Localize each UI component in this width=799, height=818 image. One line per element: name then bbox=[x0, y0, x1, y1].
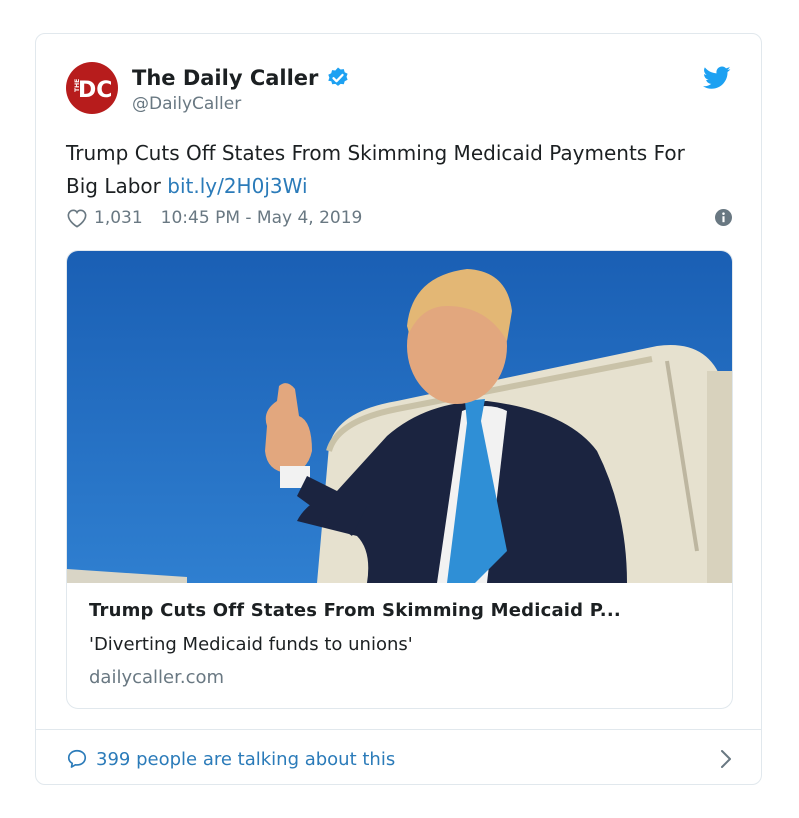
speech-bubble-icon bbox=[67, 749, 87, 768]
card-domain[interactable]: dailycaller.com bbox=[89, 667, 224, 688]
account-name-text[interactable]: The Daily Caller bbox=[132, 66, 318, 90]
conversation-link[interactable]: 399 people are talking about this bbox=[66, 744, 732, 774]
tweet-link[interactable]: bit.ly/2H0j3Wi bbox=[167, 174, 307, 198]
conversation-text[interactable]: 399 people are talking about this bbox=[96, 749, 395, 770]
embedded-tweet-card: THE DC The Daily Caller @DailyCaller Tru… bbox=[35, 33, 762, 785]
divider bbox=[36, 729, 761, 730]
article-photo[interactable] bbox=[67, 251, 732, 583]
account-name[interactable]: The Daily Caller bbox=[132, 66, 350, 90]
verified-icon bbox=[328, 67, 349, 86]
card-title[interactable]: Trump Cuts Off States From Skimming Medi… bbox=[89, 600, 714, 621]
tweet-timestamp[interactable]: 10:45 PM - May 4, 2019 bbox=[161, 208, 363, 228]
tweet-text: Trump Cuts Off States From Skimming Medi… bbox=[66, 137, 706, 203]
card-description: 'Diverting Medicaid funds to unions' bbox=[89, 634, 413, 655]
like-count[interactable]: 1,031 bbox=[94, 208, 143, 228]
account-handle[interactable]: @DailyCaller bbox=[132, 94, 241, 114]
info-icon[interactable] bbox=[715, 209, 732, 226]
tweet-body: Trump Cuts Off States From Skimming Medi… bbox=[66, 141, 685, 198]
link-preview-card[interactable]: Trump Cuts Off States From Skimming Medi… bbox=[66, 250, 733, 709]
twitter-bird-icon[interactable] bbox=[703, 66, 731, 90]
avatar[interactable]: THE DC bbox=[66, 62, 118, 114]
chevron-right-icon[interactable] bbox=[720, 749, 732, 769]
tweet-meta: 1,031 10:45 PM - May 4, 2019 bbox=[66, 206, 732, 230]
logo-text: DC bbox=[78, 78, 112, 103]
heart-icon[interactable] bbox=[66, 208, 88, 228]
daily-caller-logo: THE DC bbox=[74, 78, 112, 103]
